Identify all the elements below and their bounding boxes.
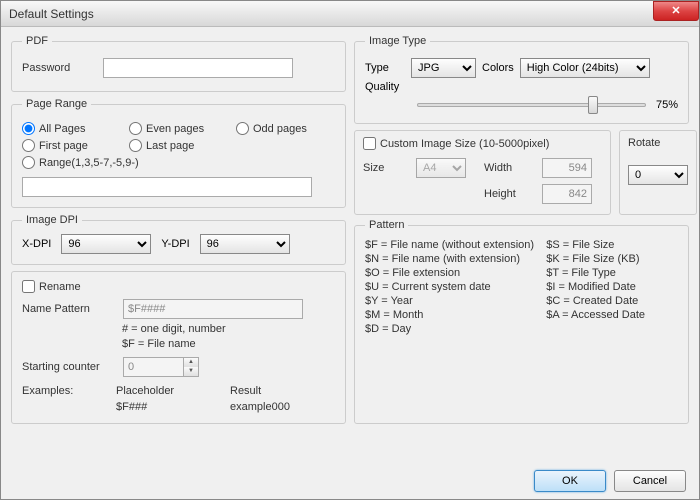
- rotate-legend: Rotate: [628, 137, 688, 149]
- example-placeholder: $F###: [116, 401, 226, 413]
- hint-f: $F = File name: [122, 337, 335, 352]
- quality-value: 75%: [656, 99, 678, 111]
- custom-size-checkbox[interactable]: [363, 137, 376, 150]
- name-pattern-label: Name Pattern: [22, 303, 117, 315]
- radio-input-even[interactable]: [129, 122, 142, 135]
- radio-input-all[interactable]: [22, 122, 35, 135]
- radio-input-range[interactable]: [22, 156, 35, 169]
- page-range-legend: Page Range: [22, 98, 91, 110]
- hint-hash: # = one digit, number: [122, 322, 335, 337]
- pdf-group: PDF Password: [11, 35, 346, 92]
- ydpi-select[interactable]: 96: [200, 234, 290, 254]
- pattern-legend: Pattern: [365, 219, 408, 231]
- pattern-item: $U = Current system date: [365, 281, 536, 293]
- titlebar: Default Settings ✕: [1, 1, 699, 27]
- starting-counter-input[interactable]: [123, 357, 183, 377]
- pattern-item: $D = Day: [365, 323, 536, 335]
- pattern-item: $C = Created Date: [546, 295, 678, 307]
- rename-checkbox[interactable]: [22, 280, 35, 293]
- result-header: Result: [230, 385, 320, 397]
- radio-input-odd[interactable]: [236, 122, 249, 135]
- pdf-legend: PDF: [22, 35, 52, 47]
- window-title: Default Settings: [9, 7, 653, 21]
- size-label: Size: [363, 162, 408, 174]
- spinner-down-icon[interactable]: ▼: [184, 367, 198, 376]
- content-area: PDF Password Page Range All Pages Even p…: [1, 27, 699, 438]
- password-input[interactable]: [103, 58, 293, 78]
- radio-all-pages[interactable]: All Pages: [22, 122, 121, 135]
- radio-range[interactable]: Range(1,3,5-7,-5,9-): [22, 156, 335, 169]
- image-type-legend: Image Type: [365, 35, 430, 47]
- page-range-group: Page Range All Pages Even pages Odd page…: [11, 98, 346, 208]
- pattern-item: $M = Month: [365, 309, 536, 321]
- close-icon: ✕: [671, 4, 680, 17]
- rename-group: Rename Name Pattern # = one digit, numbe…: [11, 271, 346, 424]
- pattern-group: Pattern $F = File name (without extensio…: [354, 219, 689, 424]
- radio-input-last[interactable]: [129, 139, 142, 152]
- pattern-item: $A = Accessed Date: [546, 309, 678, 321]
- dialog-window: Default Settings ✕ PDF Password Page Ran…: [0, 0, 700, 500]
- radio-odd-pages[interactable]: Odd pages: [236, 122, 335, 135]
- rename-checkbox-row[interactable]: Rename: [22, 280, 335, 293]
- custom-size-checkbox-row[interactable]: Custom Image Size (10-5000pixel): [363, 137, 602, 150]
- rotate-group: Rotate 0: [619, 130, 697, 215]
- type-label: Type: [365, 62, 405, 74]
- radio-input-first[interactable]: [22, 139, 35, 152]
- radio-first-page[interactable]: First page: [22, 139, 121, 152]
- pattern-item: $Y = Year: [365, 295, 536, 307]
- pattern-item: $S = File Size: [546, 239, 678, 251]
- starting-counter-spinner[interactable]: ▲ ▼: [123, 357, 199, 377]
- radio-even-pages[interactable]: Even pages: [129, 122, 228, 135]
- quality-slider[interactable]: [417, 103, 646, 107]
- pattern-item: $N = File name (with extension): [365, 253, 536, 265]
- cancel-button[interactable]: Cancel: [614, 470, 686, 492]
- examples-label: Examples:: [22, 385, 112, 397]
- size-select[interactable]: A4: [416, 158, 466, 178]
- xdpi-label: X-DPI: [22, 238, 51, 250]
- pattern-item: $K = File Size (KB): [546, 253, 678, 265]
- pattern-item: $I = Modified Date: [546, 281, 678, 293]
- custom-size-group: Custom Image Size (10-5000pixel) Size A4…: [354, 130, 611, 215]
- height-label: Height: [484, 188, 534, 200]
- radio-last-page[interactable]: Last page: [129, 139, 228, 152]
- type-select[interactable]: JPG: [411, 58, 476, 78]
- ok-button[interactable]: OK: [534, 470, 606, 492]
- range-input[interactable]: [22, 177, 312, 197]
- placeholder-header: Placeholder: [116, 385, 226, 397]
- image-dpi-legend: Image DPI: [22, 214, 82, 226]
- width-label: Width: [484, 162, 534, 174]
- slider-thumb-icon[interactable]: [588, 96, 598, 114]
- pattern-item: $T = File Type: [546, 267, 678, 279]
- height-input[interactable]: [542, 184, 592, 204]
- close-button[interactable]: ✕: [653, 1, 699, 21]
- pattern-item: $O = File extension: [365, 267, 536, 279]
- width-input[interactable]: [542, 158, 592, 178]
- password-label: Password: [22, 62, 97, 74]
- colors-label: Colors: [482, 62, 514, 74]
- pattern-item: $F = File name (without extension): [365, 239, 536, 251]
- xdpi-select[interactable]: 96: [61, 234, 151, 254]
- quality-label: Quality: [365, 81, 405, 93]
- rotate-select[interactable]: 0: [628, 165, 688, 185]
- name-pattern-input[interactable]: [123, 299, 303, 319]
- image-type-group: Image Type Type JPG Colors High Color (2…: [354, 35, 689, 124]
- starting-counter-label: Starting counter: [22, 361, 117, 373]
- image-dpi-group: Image DPI X-DPI 96 Y-DPI 96: [11, 214, 346, 265]
- ydpi-label: Y-DPI: [161, 238, 189, 250]
- spinner-up-icon[interactable]: ▲: [184, 358, 198, 367]
- colors-select[interactable]: High Color (24bits): [520, 58, 650, 78]
- example-result: example000: [230, 401, 320, 413]
